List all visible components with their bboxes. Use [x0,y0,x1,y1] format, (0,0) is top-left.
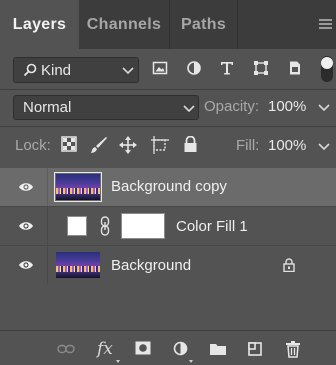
type-filter-icon[interactable] [219,60,235,76]
tab-paths[interactable]: Paths [170,0,238,49]
lock-image-pixels-icon[interactable] [90,136,108,154]
chevron-down-icon [183,105,195,113]
divider [0,126,336,127]
smart-object-filter-icon[interactable] [287,60,303,76]
blend-mode-value: Normal [23,99,72,116]
fill-input[interactable]: 100% [268,137,306,154]
layer-name: Background [111,257,192,274]
panel-tab-bar: Layers Channels Paths [0,0,336,49]
new-group-icon[interactable] [209,342,227,356]
eye-icon[interactable] [18,220,34,232]
shape-filter-icon[interactable] [253,60,269,76]
layer-locked-icon[interactable] [283,258,295,272]
eye-icon[interactable] [18,181,34,193]
divider [0,89,336,90]
lock-position-icon[interactable] [119,136,137,154]
visibility-separator [47,246,48,284]
filter-kind-label: Kind [41,62,72,79]
lock-all-icon[interactable] [183,136,198,153]
link-layers-icon[interactable] [57,344,75,354]
lock-transparent-pixels-icon[interactable] [61,136,77,152]
filter-toggle[interactable] [321,56,333,82]
opacity-input[interactable]: 100% [268,98,306,115]
chevron-down-icon [122,67,134,75]
layer-row-color-fill-1[interactable]: Color Fill 1 [0,206,336,245]
filter-kind-select[interactable]: Kind [13,57,139,83]
layer-name: Background copy [111,178,227,195]
layer-style-menu-icon [116,360,120,363]
layer-thumbnail [54,172,102,202]
visibility-separator [47,207,48,245]
tab-channels[interactable]: Channels [79,0,170,49]
layer-name: Color Fill 1 [176,218,248,235]
layers-panel: Layers Channels Paths Kind Normal Opacit… [0,0,336,365]
new-adjustment-icon[interactable] [173,341,188,356]
adjustment-menu-icon [189,360,193,363]
layer-mask-thumbnail[interactable] [121,213,165,239]
fill-chevron-icon[interactable] [318,143,330,151]
panel-menu-icon[interactable] [319,19,332,29]
opacity-label: Opacity: [204,98,260,115]
blend-mode-select[interactable]: Normal [13,95,199,120]
add-mask-icon[interactable] [135,341,151,355]
layers-bottom-toolbar: fx [0,330,336,365]
eye-icon[interactable] [18,259,34,271]
layer-row-background-copy[interactable]: Background copy [0,168,336,206]
layers-empty-area [0,284,336,330]
layer-row-background[interactable]: Background [0,245,336,284]
adjustment-filter-icon[interactable] [186,60,202,76]
image-filter-icon[interactable] [152,60,168,76]
new-layer-icon[interactable] [247,341,263,357]
layer-style-button[interactable]: fx [97,339,113,359]
opacity-chevron-icon[interactable] [318,104,330,112]
lock-label: Lock: [15,137,51,154]
layer-thumbnail [56,252,100,278]
filter-toggle-knob [321,57,333,69]
tab-layers[interactable]: Layers [0,0,79,49]
fill-color-swatch[interactable] [67,216,87,236]
chain-link-icon[interactable] [100,216,110,236]
visibility-separator [47,168,48,206]
search-icon [23,63,37,77]
lock-artboard-icon[interactable] [151,136,169,154]
fill-label: Fill: [236,137,260,154]
delete-layer-icon[interactable] [285,341,301,358]
